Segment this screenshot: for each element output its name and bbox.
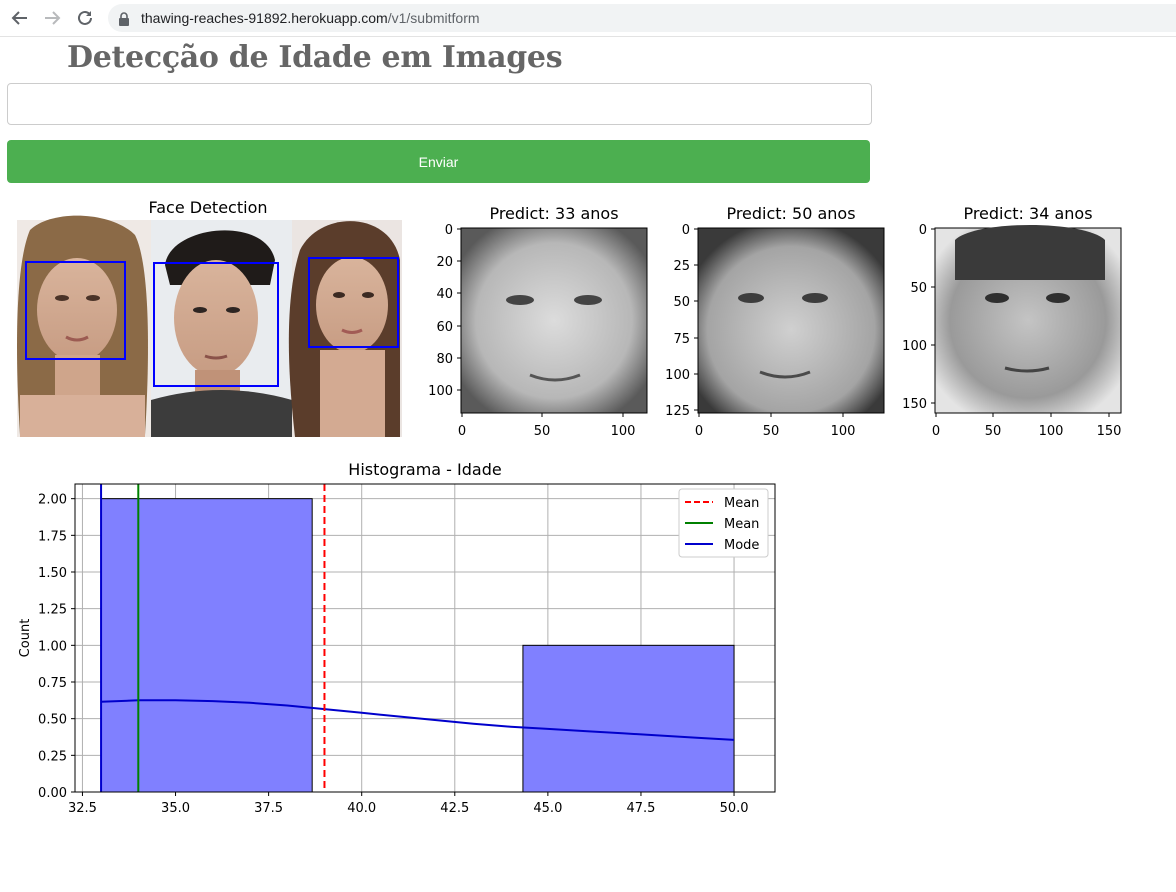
y-tick-label: 0 (445, 223, 453, 238)
y-tick-label: 100 (902, 339, 927, 354)
face-detection-image (17, 215, 402, 437)
legend-box (678, 488, 769, 558)
x-tick-label: 45.0 (533, 801, 562, 816)
reload-icon[interactable] (73, 6, 97, 30)
face-crop-image-2 (697, 227, 885, 414)
x-tick-label: 100 (831, 424, 856, 439)
x-tick-label: 40.0 (347, 801, 376, 816)
x-tick-label: 0 (932, 424, 940, 439)
browser-toolbar: thawing-reaches-91892.herokuapp.com/v1/s… (0, 0, 1176, 37)
y-tick-label: 1.00 (38, 639, 67, 654)
legend-label: Mean (724, 496, 759, 511)
face-box (25, 261, 126, 360)
url-host: thawing-reaches-91892.herokuapp.com (141, 10, 388, 26)
y-tick-label: 80 (436, 352, 453, 367)
x-tick-label: 150 (1097, 424, 1122, 439)
x-tick-label: 0 (458, 424, 466, 439)
x-tick-label: 0 (695, 424, 703, 439)
x-tick-label: 47.5 (626, 801, 655, 816)
y-tick-label: 0 (682, 223, 690, 238)
prediction-panels: 0 20 40 60 80 100 0 50 100 0 25 50 75 100 125 0 50 100 0 50… (428, 223, 1122, 439)
x-tick-label: 100 (1039, 424, 1064, 439)
page-title: Detecção de Idade em Images (67, 40, 563, 75)
prediction-title-2: Predict: 50 anos (726, 204, 856, 223)
y-tick-label: 0.75 (38, 676, 67, 691)
y-tick-label: 0.25 (38, 749, 67, 764)
x-tick-label: 100 (611, 424, 636, 439)
y-tick-label: 100 (665, 368, 690, 383)
x-tick-label: 35.0 (161, 801, 190, 816)
face-box (308, 257, 399, 348)
url-path: /v1/submitform (387, 10, 480, 26)
y-axis-label: Count (18, 619, 33, 658)
face-crop-image-3 (934, 227, 1122, 414)
x-tick-label: 42.5 (440, 801, 469, 816)
y-tick-label: 2.00 (38, 493, 67, 508)
plot-frame (74, 483, 776, 793)
back-arrow-icon[interactable] (8, 6, 32, 30)
y-tick-label: 50 (673, 295, 690, 310)
face-detection-title: Face Detection (148, 198, 268, 217)
legend: Mean Mean Mode (678, 488, 769, 558)
y-tick-label: 0.50 (38, 713, 67, 728)
y-tick-label: 1.25 (38, 603, 67, 618)
histogram-bar (100, 498, 313, 793)
x-tick-label: 32.5 (68, 801, 97, 816)
lock-icon (118, 11, 130, 30)
y-tick-label: 0.00 (38, 786, 67, 801)
y-tick-label: 25 (673, 259, 690, 274)
y-tick-label: 1.75 (38, 529, 67, 544)
y-tick-label: 125 (665, 404, 690, 419)
url-text: thawing-reaches-91892.herokuapp.com/v1/s… (141, 10, 480, 26)
x-tick-label: 50 (985, 424, 1002, 439)
prediction-title-3: Predict: 34 anos (963, 204, 1093, 223)
face-crop-image-1 (460, 227, 648, 414)
y-tick-label: 100 (428, 384, 453, 399)
y-tick-label: 0 (919, 223, 927, 238)
image-url-input[interactable] (7, 83, 872, 125)
x-tick-label: 50.0 (720, 801, 749, 816)
kde-curve (101, 699, 735, 741)
face-box (153, 262, 279, 387)
y-tick-label: 60 (436, 320, 453, 335)
legend-label: Mean (724, 517, 759, 532)
y-tick-label: 20 (436, 255, 453, 270)
histogram-bar (522, 644, 735, 793)
x-tick-label: 50 (763, 424, 780, 439)
forward-arrow-icon[interactable] (40, 6, 64, 30)
y-tick-label: 150 (902, 397, 927, 412)
y-tick-label: 50 (910, 281, 927, 296)
histogram-chart: Histograma - Idade 32.5 35.0 37.5 40.0 42.5 45… (18, 460, 776, 816)
y-tick-label: 40 (436, 287, 453, 302)
legend-label: Mode (724, 538, 759, 553)
submit-button[interactable]: Enviar (7, 140, 870, 183)
address-bar[interactable]: thawing-reaches-91892.herokuapp.com/v1/s… (108, 4, 1176, 32)
prediction-title-1: Predict: 33 anos (489, 204, 619, 223)
x-tick-label: 37.5 (254, 801, 283, 816)
chart-title: Histograma - Idade (348, 460, 501, 479)
y-tick-label: 1.50 (38, 566, 67, 581)
x-tick-label: 50 (534, 424, 551, 439)
y-tick-label: 75 (673, 332, 690, 347)
